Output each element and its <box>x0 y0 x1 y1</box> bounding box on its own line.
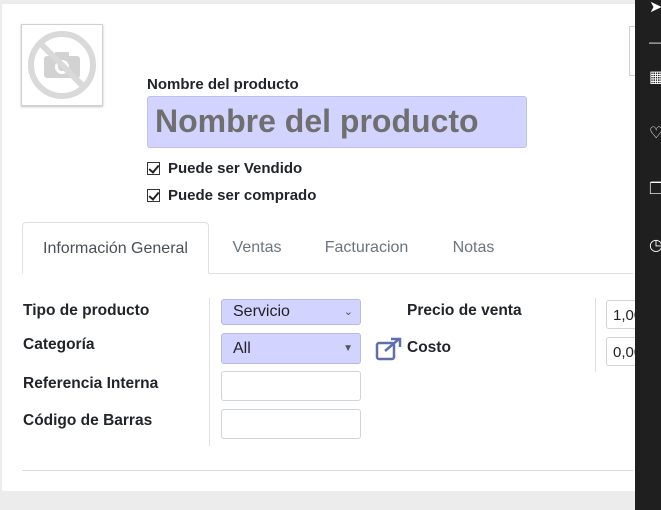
heart-icon[interactable]: ♡ <box>649 126 661 142</box>
right-toolbar: ➤ — ▦ ♡ ❐ ◷ <box>635 0 661 510</box>
chevron-down-icon: ⌄ <box>343 306 353 318</box>
product-name-input[interactable]: Nombre del producto <box>147 96 527 148</box>
sale-price-input[interactable]: 1,00 <box>606 300 635 329</box>
no-camera-icon <box>28 31 96 99</box>
product-image[interactable] <box>21 24 103 106</box>
can-be-purchased-label: Puede ser comprado <box>168 186 317 204</box>
copy-icon[interactable]: ❐ <box>649 182 661 198</box>
bottom-strip <box>0 491 635 510</box>
barcode-label: Código de Barras <box>23 412 153 429</box>
send-icon[interactable]: ➤ <box>649 0 661 16</box>
can-be-sold-label: Puede ser Vendido <box>168 159 303 177</box>
cost-input[interactable]: 0,00 <box>606 337 635 366</box>
category-label: Categoría <box>23 336 95 353</box>
dash-icon: — <box>649 35 661 49</box>
tab-informacion-general[interactable]: Información General <box>22 222 209 274</box>
sale-price-label: Precio de venta <box>407 302 522 319</box>
product-type-value: Servicio <box>233 303 290 320</box>
can-be-purchased-option[interactable]: Puede ser comprado <box>147 186 316 204</box>
category-value: All <box>233 340 251 357</box>
tab-ventas[interactable]: Ventas <box>220 222 294 273</box>
notebook-tabs: Información General Ventas Facturacion N… <box>22 222 633 274</box>
product-type-select[interactable]: Servicio ⌄ <box>221 299 361 325</box>
grid-icon[interactable]: ▦ <box>649 70 661 86</box>
product-type-label: Tipo de producto <box>23 302 150 319</box>
external-link-icon[interactable] <box>375 337 403 361</box>
tab-facturacion[interactable]: Facturacion <box>312 222 421 273</box>
price-separator <box>595 298 596 372</box>
can-be-sold-checkbox[interactable] <box>147 161 160 175</box>
can-be-sold-option[interactable]: Puede ser Vendido <box>147 159 302 177</box>
category-select[interactable]: All ▼ <box>221 333 361 364</box>
cost-label: Costo <box>407 339 451 356</box>
column-separator <box>209 298 210 446</box>
clock-icon[interactable]: ◷ <box>649 238 661 254</box>
can-be-purchased-checkbox[interactable] <box>147 188 160 202</box>
form-divider <box>22 470 633 471</box>
barcode-input[interactable] <box>221 409 361 439</box>
tab-notas[interactable]: Notas <box>441 222 506 273</box>
caret-down-icon: ▼ <box>343 343 353 354</box>
internal-reference-input[interactable] <box>221 371 361 401</box>
product-name-label: Nombre del producto <box>147 76 299 93</box>
internal-reference-label: Referencia Interna <box>23 375 159 392</box>
